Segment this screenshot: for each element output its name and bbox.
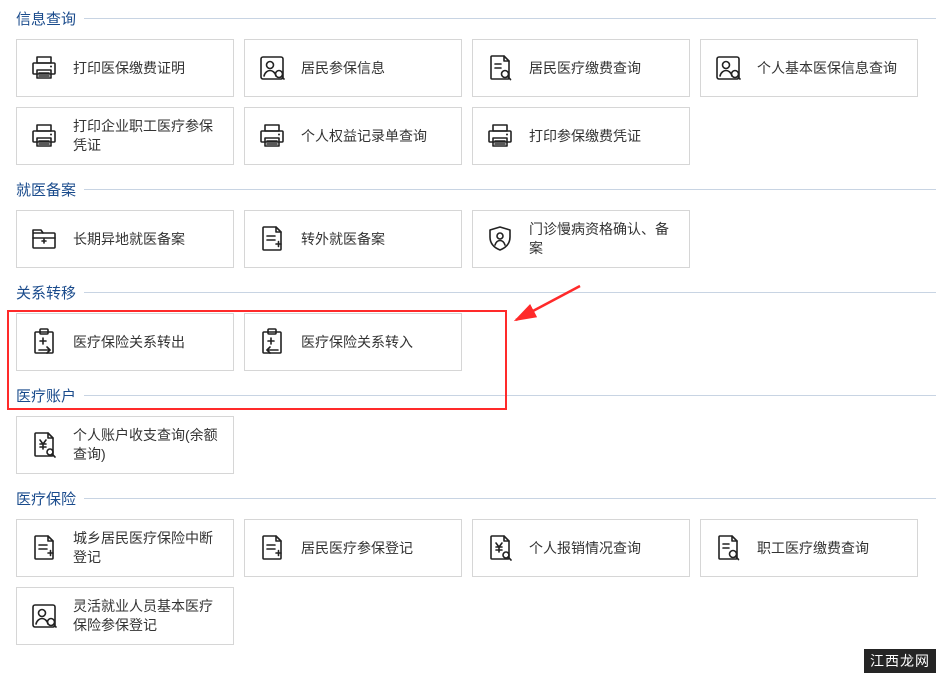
card-label: 个人报销情况查询: [529, 539, 641, 558]
card-resident-pay[interactable]: 居民医疗缴费查询: [472, 39, 690, 97]
doc-yen-search-icon: [27, 428, 61, 462]
doc-add-icon: [255, 222, 289, 256]
card-grid: 长期异地就医备案 转外就医备案 门诊慢病资格确认、备案: [16, 210, 936, 268]
card-resident-reg[interactable]: 居民医疗参保登记: [244, 519, 462, 577]
clipboard-out-icon: [27, 325, 61, 359]
card-label: 城乡居民医疗保险中断登记: [73, 529, 223, 567]
card-print-proof[interactable]: 打印医保缴费证明: [16, 39, 234, 97]
card-label: 打印企业职工医疗参保凭证: [73, 117, 223, 155]
card-print-voucher[interactable]: 打印参保缴费凭证: [472, 107, 690, 165]
section-title: 医疗账户: [16, 385, 84, 406]
card-grid: 医疗保险关系转出 医疗保险关系转入: [16, 313, 936, 371]
divider-line: [84, 395, 936, 396]
card-label: 医疗保险关系转入: [301, 333, 413, 352]
card-label: 打印参保缴费凭证: [529, 127, 641, 146]
card-account-balance[interactable]: 个人账户收支查询(余额查询): [16, 416, 234, 474]
card-label: 居民参保信息: [301, 59, 385, 78]
card-personal-basic[interactable]: 个人基本医保信息查询: [700, 39, 918, 97]
card-label: 转外就医备案: [301, 230, 385, 249]
section-title: 关系转移: [16, 282, 84, 303]
divider-line: [84, 498, 936, 499]
person-search-icon: [255, 51, 289, 85]
card-personal-claim[interactable]: 个人报销情况查询: [472, 519, 690, 577]
card-label: 打印医保缴费证明: [73, 59, 185, 78]
shield-user-icon: [483, 222, 517, 256]
section-title: 就医备案: [16, 179, 84, 200]
doc-search-icon: [483, 51, 517, 85]
card-label: 长期异地就医备案: [73, 230, 185, 249]
section-header: 信息查询: [16, 8, 936, 29]
card-longterm-offsite[interactable]: 长期异地就医备案: [16, 210, 234, 268]
section-header: 医疗保险: [16, 488, 936, 509]
card-chronic-confirm[interactable]: 门诊慢病资格确认、备案: [472, 210, 690, 268]
card-label: 灵活就业人员基本医疗保险参保登记: [73, 597, 223, 635]
divider-line: [84, 292, 936, 293]
card-label: 个人权益记录单查询: [301, 127, 427, 146]
doc-search-icon: [711, 531, 745, 565]
card-personal-rights[interactable]: 个人权益记录单查询: [244, 107, 462, 165]
card-label: 门诊慢病资格确认、备案: [529, 220, 679, 258]
card-label: 居民医疗参保登记: [301, 539, 413, 558]
card-grid: 城乡居民医疗保险中断登记 居民医疗参保登记 个人报销情况查询 职工医疗缴费查询灵活就业…: [16, 519, 936, 645]
section-medical-record: 就医备案长期异地就医备案 转外就医备案 门诊慢病资格确认、备案: [16, 179, 936, 268]
card-grid: 个人账户收支查询(余额查询): [16, 416, 936, 474]
card-resident-insure[interactable]: 居民参保信息: [244, 39, 462, 97]
section-header: 医疗账户: [16, 385, 936, 406]
card-print-enterprise[interactable]: 打印企业职工医疗参保凭证: [16, 107, 234, 165]
card-label: 个人账户收支查询(余额查询): [73, 426, 223, 464]
section-relation-transfer: 关系转移医疗保险关系转出 医疗保险关系转入: [16, 282, 936, 371]
card-label: 医疗保险关系转出: [73, 333, 185, 352]
card-med-transfer-out[interactable]: 医疗保险关系转出: [16, 313, 234, 371]
card-grid: 打印医保缴费证明 居民参保信息 居民医疗缴费查询 个人基本医保信息查询打印企业职工医疗…: [16, 39, 936, 165]
card-label: 职工医疗缴费查询: [757, 539, 869, 558]
card-employee-pay[interactable]: 职工医疗缴费查询: [700, 519, 918, 577]
doc-add-icon: [255, 531, 289, 565]
clipboard-in-icon: [255, 325, 289, 359]
section-header: 关系转移: [16, 282, 936, 303]
card-flexible-reg[interactable]: 灵活就业人员基本医疗保险参保登记: [16, 587, 234, 645]
watermark: 江西龙网: [864, 649, 936, 673]
divider-line: [84, 189, 936, 190]
doc-add-icon: [27, 531, 61, 565]
printer-icon: [483, 119, 517, 153]
card-med-transfer-in[interactable]: 医疗保险关系转入: [244, 313, 462, 371]
divider-line: [84, 18, 936, 19]
section-info-query: 信息查询打印医保缴费证明 居民参保信息 居民医疗缴费查询 个人基本医保信息查询打印企业…: [16, 8, 936, 165]
card-urban-interrupt[interactable]: 城乡居民医疗保险中断登记: [16, 519, 234, 577]
printer-icon: [255, 119, 289, 153]
section-medical-account: 医疗账户个人账户收支查询(余额查询): [16, 385, 936, 474]
section-title: 信息查询: [16, 8, 84, 29]
section-header: 就医备案: [16, 179, 936, 200]
card-label: 个人基本医保信息查询: [757, 59, 897, 78]
section-title: 医疗保险: [16, 488, 84, 509]
section-medical-insurance: 医疗保险城乡居民医疗保险中断登记 居民医疗参保登记 个人报销情况查询 职工医疗缴费查询…: [16, 488, 936, 645]
doc-yen-search-icon: [483, 531, 517, 565]
folder-icon: [27, 222, 61, 256]
person-search-icon: [711, 51, 745, 85]
card-label: 居民医疗缴费查询: [529, 59, 641, 78]
printer-icon: [27, 51, 61, 85]
card-transfer-out-rec[interactable]: 转外就医备案: [244, 210, 462, 268]
person-search-icon: [27, 599, 61, 633]
printer-icon: [27, 119, 61, 153]
